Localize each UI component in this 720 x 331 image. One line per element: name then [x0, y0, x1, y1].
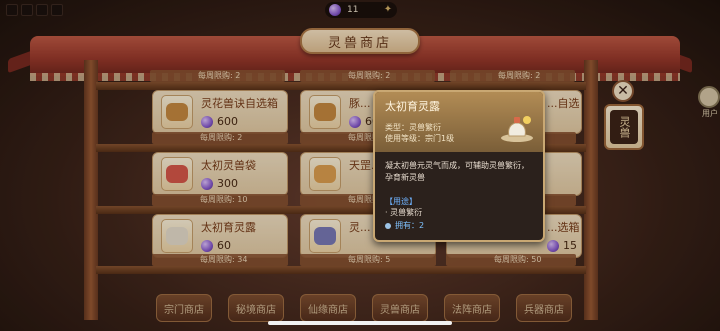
tooltip-usage-header: 【用途】: [385, 197, 417, 206]
shop-scene: 11 ✦ 灵兽商店 每周限购: 2 每周限购: 2 每周限购: 2 灵花兽诀自选…: [0, 0, 720, 331]
tooltip-description: 凝太初兽元灵气而成，可辅助灵兽繁衍，孕育新灵兽: [385, 161, 529, 182]
tooltip-title: 太初育灵露: [385, 100, 440, 113]
tooltip-type: 类型：灵兽繁衍: [385, 123, 441, 132]
tooltip-owned: 拥有：2: [385, 220, 424, 231]
owned-dot-icon: [385, 222, 391, 229]
overlay-dim[interactable]: [0, 0, 720, 331]
item-tooltip: 太初育灵露 类型：灵兽繁衍 使用等级：宗门1级 凝太初兽元灵气而成，可辅助灵兽繁…: [373, 90, 545, 242]
dew-bottle-icon: [501, 116, 533, 142]
home-indicator[interactable]: [268, 321, 452, 325]
tooltip-usage-value: · 灵兽繁衍: [385, 208, 423, 217]
tooltip-level: 使用等级：宗门1级: [385, 134, 455, 143]
